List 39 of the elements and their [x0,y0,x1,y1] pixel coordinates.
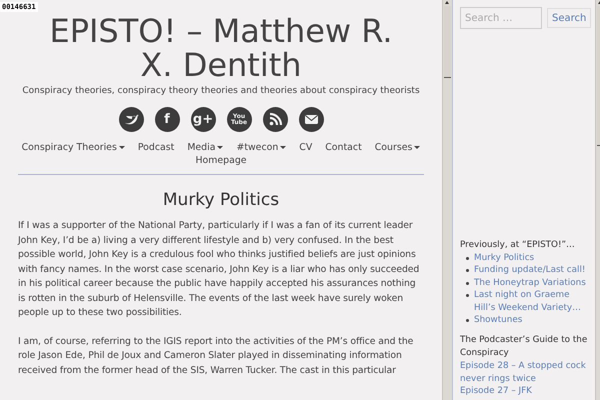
post-title: Murky Politics [162,190,280,210]
widget-title: Previously, at “EPISTO!”… [460,239,576,252]
episode-link[interactable]: Episode 27 – JFK [460,385,592,398]
bird-icon[interactable] [118,107,144,132]
caret-icon [414,146,420,149]
scrollbar[interactable] [442,0,452,400]
caret-icon [217,146,224,149]
social-icon[interactable]: g+ [190,107,216,132]
post-paragraph: If I was a supporter of the National Party, particularly if I was a fan of its current leader John Key, I’d be a) living a very different lifestyle and b) very confused. In the best possible world, John Key is a credulous fool who thinks justified beliefs are just opinions with fancy names. In the worst case scenario, John Key is a liar who has only succeeded in his political career because the public have happily accepted his assurances nothing is rotten in the suburb of Helensville. The events of the last week have surely woken people up to these two possibilities. [18,219,420,320]
site-title[interactable]: EPISTO! – Matthew R. X. Dentith [38,14,404,82]
nav-link[interactable]: CV [299,142,312,153]
post-paragraph: I am, of course, referring to the IGIS report into the activities of the PM’s office and the role Jason Ede, Phil de Joux and Cameron Slater played in disseminating information received from the former head of the SIS, Warren Tucker. The cast in this particular [18,334,414,378]
mail-icon[interactable] [298,107,324,132]
post-link[interactable]: Last night on Graeme Hill’s Weekend Variety… [474,289,592,314]
bullet-icon [466,257,469,260]
post-link[interactable]: The Honeytrap Variations [474,276,586,290]
nav-link[interactable]: #twecon [236,142,286,153]
post-link[interactable]: Showtunes [474,314,522,326]
post-link[interactable]: Murky Politics [474,252,534,264]
site-tagline: Conspiracy theories, conspiracy theory theories and theories about conspiracy theorists [21,86,421,96]
post-link[interactable]: Funding update/Last call! [474,264,586,277]
nav-link[interactable]: Conspiracy Theories [22,142,125,153]
nav-link[interactable]: Courses [374,142,420,153]
social-icon[interactable]: f [154,107,180,132]
search-button[interactable]: Search [547,8,592,28]
caret-icon [280,146,286,149]
nav-link[interactable]: Homepage [195,155,247,166]
caret-icon [118,146,125,149]
bullet-icon [466,319,469,322]
nav-link[interactable]: Podcast [138,142,174,153]
bullet-icon [466,282,469,285]
nav-link[interactable]: Media [187,142,224,153]
nav-link[interactable]: Contact [325,142,362,153]
bullet-icon [466,294,469,298]
episode-link[interactable]: Episode 28 – A stopped cock never rings twice [460,360,592,386]
widget-title: The Podcaster’s Guide to the Conspiracy [460,334,588,360]
bullet-icon [466,269,469,272]
rss-icon[interactable] [262,107,288,132]
search-field[interactable]: Search … [460,7,542,29]
